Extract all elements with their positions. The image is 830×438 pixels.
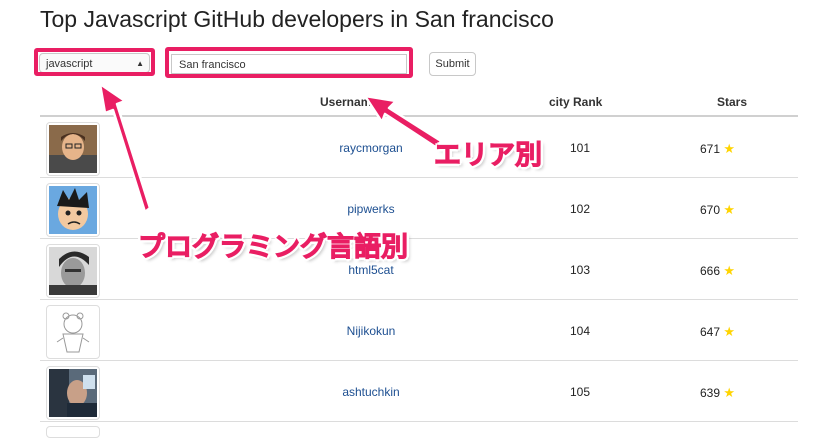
arrow-to-language-select-icon bbox=[98, 82, 152, 214]
language-annotation: プログラミング言語別 bbox=[138, 232, 409, 264]
annotation-arrows bbox=[98, 82, 443, 214]
arrow-to-city-input-icon bbox=[363, 94, 443, 150]
area-annotation: エリア別 bbox=[434, 140, 543, 172]
